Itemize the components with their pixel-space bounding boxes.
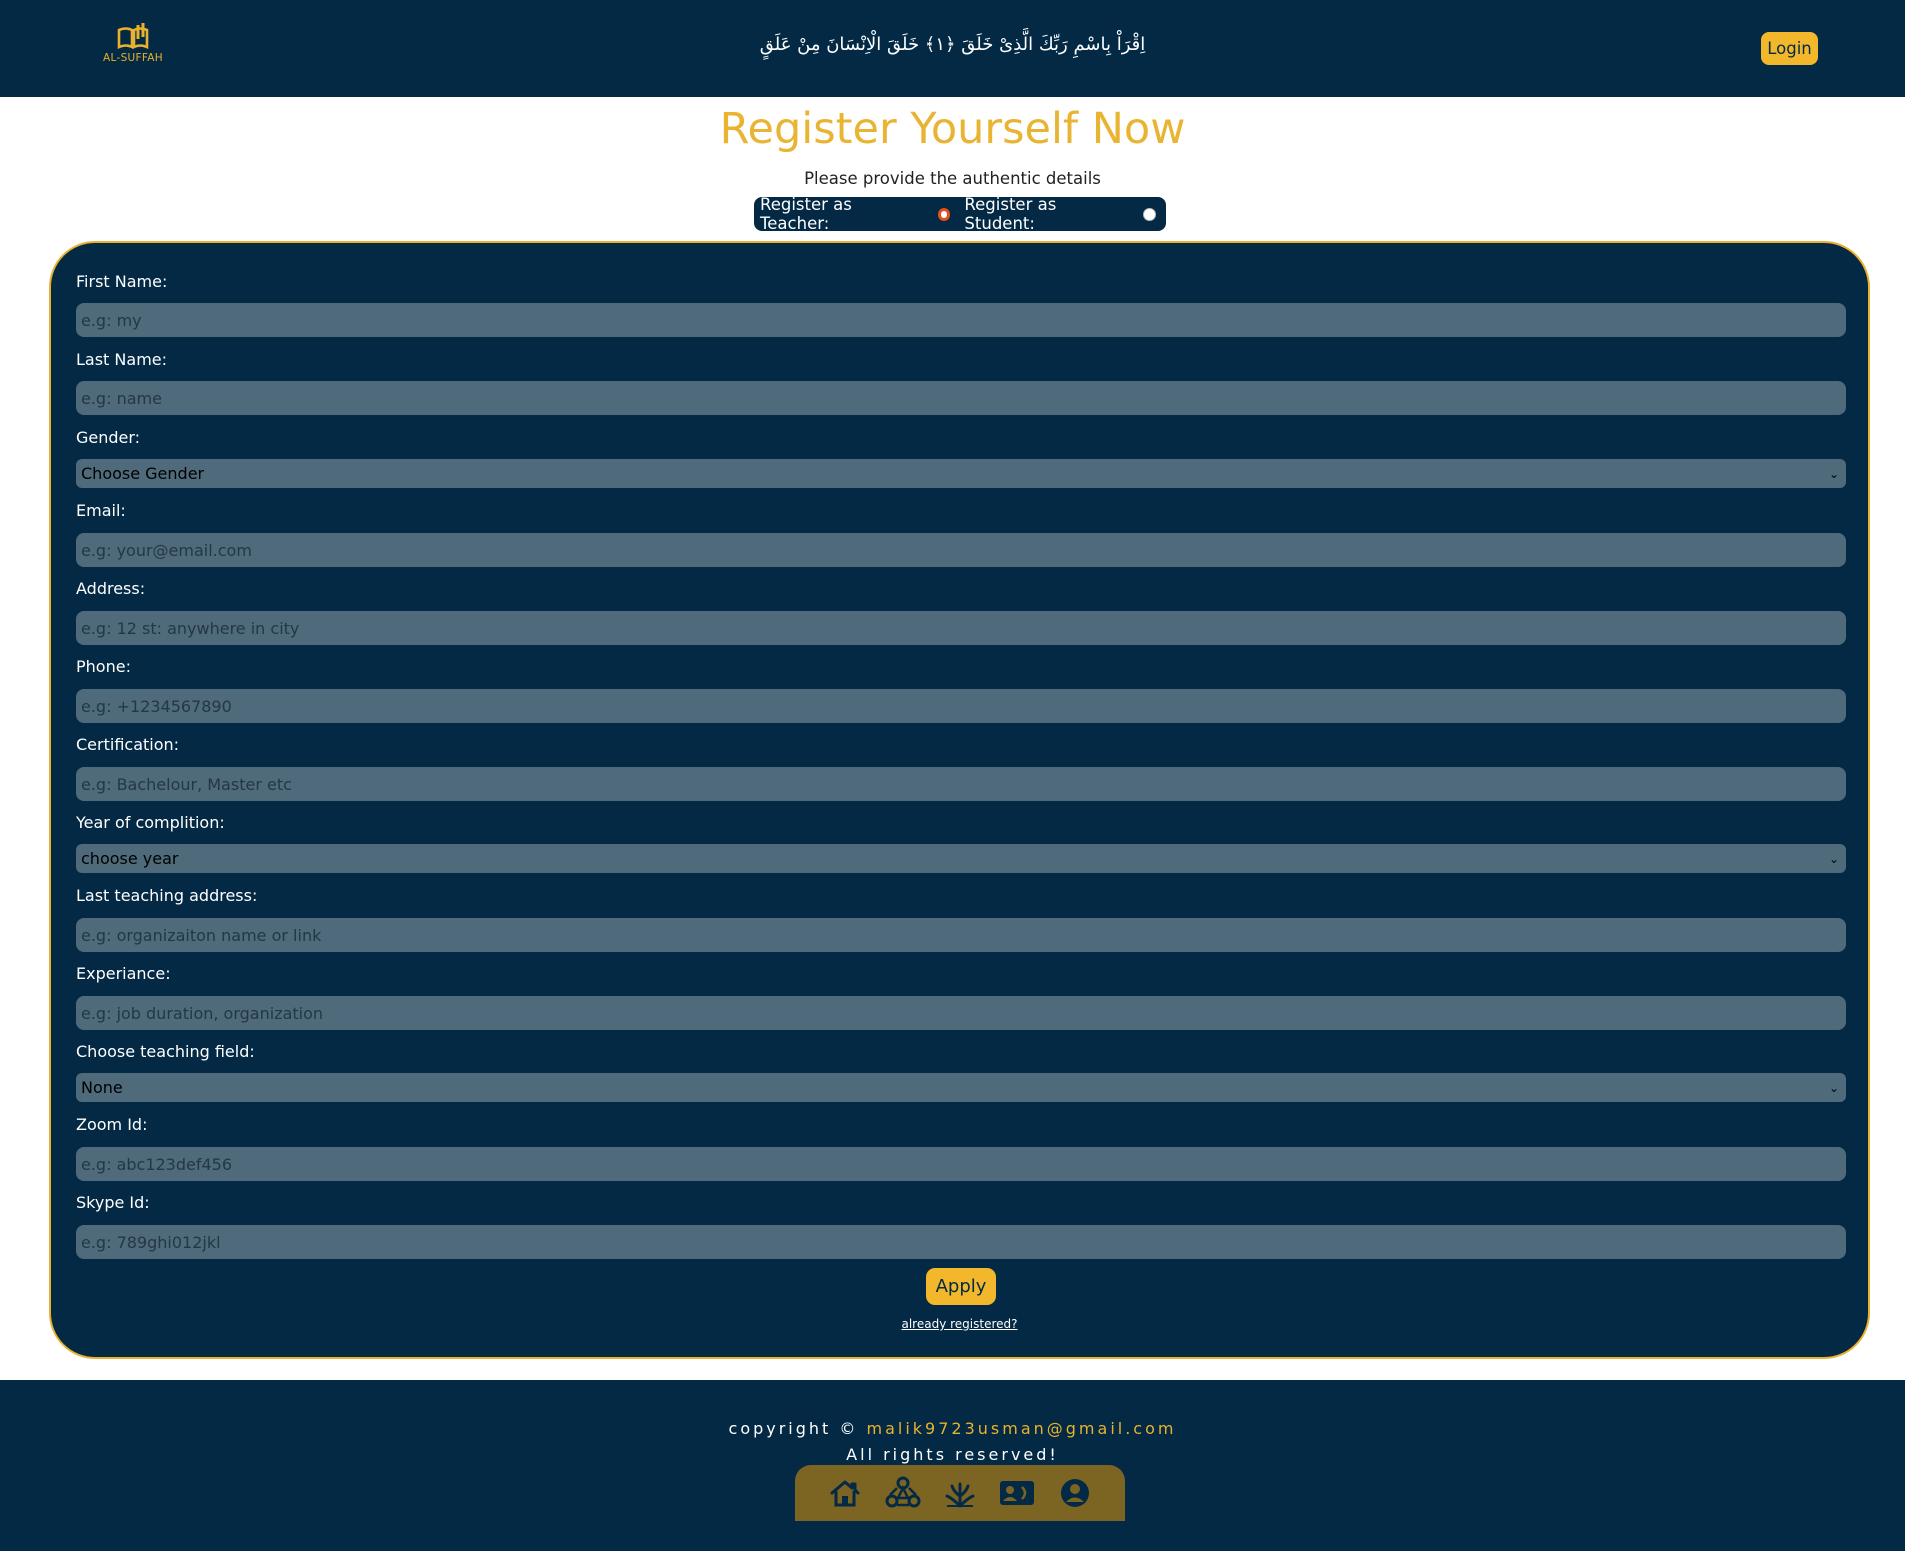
teaching-field-value: None bbox=[81, 1078, 123, 1097]
first-name-label: First Name: bbox=[76, 272, 168, 291]
chevron-down-icon: ⌄ bbox=[1828, 466, 1839, 481]
address-placeholder: e.g: 12 st: anywhere in city bbox=[81, 618, 300, 638]
skype-placeholder: e.g: 789ghi012jkl bbox=[81, 1232, 221, 1252]
email-label: Email: bbox=[76, 501, 126, 520]
bottom-nav bbox=[795, 1465, 1125, 1521]
page-subtitle: Please provide the authentic details bbox=[804, 169, 1101, 188]
registration-form: First Name: e.g: my Last Name: e.g: name… bbox=[49, 241, 1870, 1359]
student-role-label: Register as Student: bbox=[964, 195, 1057, 233]
address-input[interactable]: e.g: 12 st: anywhere in city bbox=[76, 611, 1846, 645]
gender-select[interactable]: Choose Gender ⌄ bbox=[76, 459, 1846, 488]
first-name-input[interactable]: e.g: my bbox=[76, 303, 1846, 337]
year-select[interactable]: choose year ⌄ bbox=[76, 844, 1846, 873]
home-icon[interactable] bbox=[829, 1478, 861, 1508]
email-placeholder: e.g: your@email.com bbox=[81, 540, 252, 560]
phone-label: Phone: bbox=[76, 657, 131, 676]
year-select-value: choose year bbox=[81, 849, 179, 868]
experience-input[interactable]: e.g: job duration, organization bbox=[76, 996, 1846, 1030]
zoom-placeholder: e.g: abc123def456 bbox=[81, 1154, 233, 1174]
email-input[interactable]: e.g: your@email.com bbox=[76, 533, 1846, 567]
profile-icon[interactable] bbox=[1059, 1477, 1091, 1509]
already-registered-link[interactable]: already registered? bbox=[51, 1317, 1868, 1331]
certification-placeholder: e.g: Bachelour, Master etc bbox=[81, 774, 292, 794]
skype-label: Skype Id: bbox=[76, 1193, 150, 1212]
growth-icon[interactable] bbox=[944, 1478, 976, 1508]
chevron-down-icon: ⌄ bbox=[1828, 851, 1839, 866]
header-verse: اِقْرَاْ بِاسْمِ رَبِّكَ الَّذِیْ خَلَقَ… bbox=[759, 34, 1146, 55]
teaching-field-select[interactable]: None ⌄ bbox=[76, 1073, 1846, 1102]
first-name-placeholder: e.g: my bbox=[81, 310, 142, 330]
apply-button[interactable]: Apply bbox=[926, 1268, 996, 1305]
student-role-radio[interactable] bbox=[1143, 207, 1156, 221]
certification-input[interactable]: e.g: Bachelour, Master etc bbox=[76, 767, 1846, 801]
teacher-role-radio[interactable] bbox=[937, 207, 951, 221]
zoom-label: Zoom Id: bbox=[76, 1115, 148, 1134]
last-teaching-label: Last teaching address: bbox=[76, 886, 258, 905]
last-name-input[interactable]: e.g: name bbox=[76, 381, 1846, 415]
experience-label: Experiance: bbox=[76, 964, 171, 983]
gender-select-value: Choose Gender bbox=[81, 464, 205, 483]
community-icon[interactable] bbox=[884, 1476, 922, 1510]
last-name-placeholder: e.g: name bbox=[81, 388, 162, 408]
certification-label: Certification: bbox=[76, 735, 180, 754]
footer: copyright © malik9723usman@gmail.com All… bbox=[0, 1380, 1905, 1551]
chevron-down-icon: ⌄ bbox=[1828, 1080, 1839, 1095]
last-name-label: Last Name: bbox=[76, 350, 168, 369]
last-teaching-placeholder: e.g: organizaiton name or link bbox=[81, 925, 322, 945]
year-label: Year of complition: bbox=[76, 813, 225, 832]
copyright-line: copyright © malik9723usman@gmail.com bbox=[0, 1419, 1905, 1438]
teaching-field-label: Choose teaching field: bbox=[76, 1042, 255, 1061]
rights-text: All rights reserved! bbox=[846, 1445, 1059, 1464]
phone-input[interactable]: e.g: +1234567890 bbox=[76, 689, 1846, 723]
experience-placeholder: e.g: job duration, organization bbox=[81, 1003, 324, 1023]
contact-email-link[interactable]: malik9723usman@gmail.com bbox=[867, 1419, 1177, 1438]
address-label: Address: bbox=[76, 579, 146, 598]
login-button[interactable]: Login bbox=[1761, 32, 1818, 65]
contact-card-icon[interactable] bbox=[998, 1478, 1036, 1508]
skype-input[interactable]: e.g: 789ghi012jkl bbox=[76, 1225, 1846, 1259]
teacher-role-label: Register as Teacher: bbox=[760, 195, 852, 233]
gender-label: Gender: bbox=[76, 428, 141, 447]
phone-placeholder: e.g: +1234567890 bbox=[81, 696, 232, 716]
page-title: Register Yourself Now bbox=[719, 104, 1186, 154]
header-bar: AL-SUFFAH اِقْرَاْ بِاسْمِ رَبِّكَ الَّذ… bbox=[0, 0, 1905, 97]
copyright-text: copyright © bbox=[728, 1419, 867, 1438]
zoom-input[interactable]: e.g: abc123def456 bbox=[76, 1147, 1846, 1181]
role-selector: Register as Teacher: Register as Student… bbox=[754, 195, 1166, 233]
last-teaching-input[interactable]: e.g: organizaiton name or link bbox=[76, 918, 1846, 952]
